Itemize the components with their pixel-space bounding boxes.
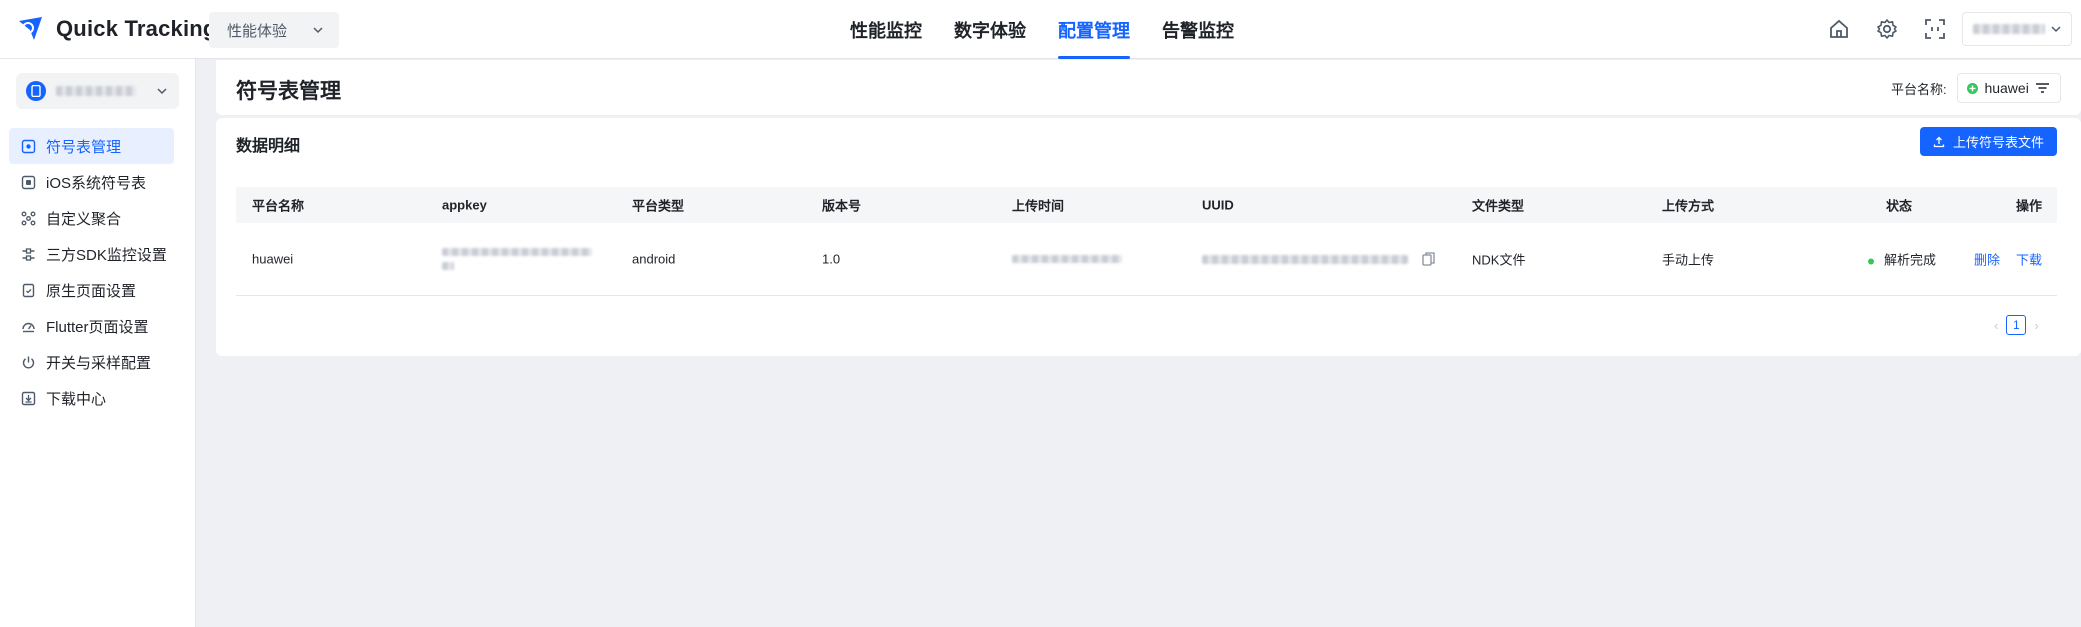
table-row: huawei android 1.0 NDK文件 手动上传 解析完成 删除 下载 — [236, 223, 2057, 296]
main-nav: 性能监控 数字体验 配置管理 告警监控 — [850, 0, 1234, 59]
sidebar-item-switch-sampling[interactable]: 开关与采样配置 — [9, 344, 174, 380]
table-header: 平台名称 appkey 平台类型 版本号 上传时间 UUID 文件类型 上传方式… — [236, 187, 2057, 223]
symbol-table-icon — [21, 139, 36, 153]
aggregate-icon — [21, 211, 36, 225]
sidebar-item-label: Flutter页面设置 — [46, 318, 149, 336]
platform-filter-label: 平台名称: — [1891, 81, 1947, 97]
sidebar-item-third-party-sdk[interactable]: 三方SDK监控设置 — [9, 236, 174, 272]
upload-symbol-file-button[interactable]: 上传符号表文件 — [1920, 127, 2057, 156]
nav-digital-experience[interactable]: 数字体验 — [954, 0, 1026, 59]
cell-platform-name: huawei — [252, 251, 294, 267]
native-page-icon — [22, 283, 35, 297]
sidebar-item-label: 自定义聚合 — [46, 210, 122, 228]
chevron-down-icon — [157, 88, 167, 95]
data-detail-card: 数据明细 上传符号表文件 平台名称 appkey 平台类型 版本号 上传时间 U… — [216, 118, 2081, 356]
chevron-down-icon — [313, 27, 323, 34]
platform-filter: 平台名称: huawei — [1891, 73, 2061, 103]
cell-file-type: NDK文件 — [1472, 252, 1526, 268]
download-icon — [21, 391, 36, 405]
ios-icon — [21, 175, 36, 189]
status-text: 解析完成 — [1884, 252, 1937, 268]
symbol-table: 平台名称 appkey 平台类型 版本号 上传时间 UUID 文件类型 上传方式… — [236, 187, 2057, 296]
flutter-icon — [22, 322, 35, 332]
filter-icon — [2035, 83, 2049, 93]
platform-filter-value: huawei — [1984, 80, 2029, 96]
nav-config-management[interactable]: 配置管理 — [1058, 0, 1130, 59]
sidebar-item-custom-aggregate[interactable]: 自定义聚合 — [9, 200, 174, 236]
product-select-value: 性能体验 — [227, 22, 288, 40]
prev-page-button[interactable]: ‹ — [1994, 318, 1998, 333]
section-title: 数据明细 — [236, 138, 301, 155]
chevron-down-icon — [2051, 26, 2061, 33]
sidebar-item-ios-symbols[interactable]: iOS系统符号表 — [9, 164, 174, 200]
sidebar-item-label: iOS系统符号表 — [46, 174, 147, 192]
status-dot-icon — [1868, 258, 1874, 265]
col-uuid: UUID — [1202, 197, 1234, 213]
upload-icon — [1933, 136, 1945, 147]
cell-version: 1.0 — [822, 251, 841, 267]
sidebar-item-native-page[interactable]: 原生页面设置 — [9, 272, 174, 308]
cell-upload-time-redacted — [1012, 255, 1122, 263]
col-upload-time: 上传时间 — [1012, 198, 1065, 214]
page-number-button[interactable]: 1 — [2006, 315, 2027, 335]
sidebar-item-symbol-table[interactable]: 符号表管理 — [9, 128, 174, 164]
sidebar-item-label: 下载中心 — [46, 390, 107, 408]
app-name: Quick Tracking — [56, 16, 217, 41]
sidebar-item-label: 三方SDK监控设置 — [46, 246, 167, 264]
nav-alert-monitoring[interactable]: 告警监控 — [1162, 0, 1234, 59]
sidebar-menu: 符号表管理 iOS系统符号表 自定义聚合 三方SDK监控设置 原生页面设置 Fl… — [9, 128, 174, 416]
col-version: 版本号 — [822, 198, 862, 214]
app-select[interactable] — [16, 73, 179, 109]
cell-platform-type: android — [632, 251, 676, 267]
app-name-redacted — [56, 86, 136, 96]
page-header: 符号表管理 平台名称: huawei — [216, 60, 2081, 115]
user-name-redacted — [1973, 24, 2045, 34]
product-select[interactable]: 性能体验 — [209, 12, 339, 48]
scan-icon[interactable] — [1922, 16, 1948, 42]
app-icon — [26, 81, 46, 101]
upload-button-label: 上传符号表文件 — [1952, 135, 2044, 150]
download-link[interactable]: 下载 — [2016, 250, 2042, 269]
sidebar-item-download-center[interactable]: 下载中心 — [9, 380, 174, 416]
col-file-type: 文件类型 — [1472, 198, 1525, 214]
sdk-icon — [22, 247, 35, 261]
col-platform-type: 平台类型 — [632, 198, 685, 214]
col-actions: 操作 — [2016, 198, 2043, 214]
cell-upload-method: 手动上传 — [1662, 252, 1715, 268]
sidebar-item-flutter-page[interactable]: Flutter页面设置 — [9, 308, 174, 344]
power-icon — [22, 356, 35, 368]
col-upload-method: 上传方式 — [1662, 198, 1715, 214]
top-icons — [1826, 16, 1948, 42]
sidebar-item-label: 原生页面设置 — [46, 282, 137, 300]
pagination: ‹ 1 › — [1994, 315, 2039, 335]
delete-link[interactable]: 删除 — [1974, 250, 2000, 269]
col-platform-name: 平台名称 — [252, 198, 305, 214]
cell-uuid — [1202, 252, 1435, 266]
user-select[interactable] — [1962, 12, 2072, 46]
cell-status: 解析完成 — [1868, 250, 1936, 269]
quick-tracking-logo-icon — [19, 17, 42, 40]
logo[interactable]: Quick Tracking — [16, 14, 217, 44]
platform-filter-button[interactable]: huawei — [1956, 73, 2061, 103]
home-icon[interactable] — [1826, 16, 1852, 42]
page-title: 符号表管理 — [236, 80, 341, 103]
cell-appkey-redacted — [442, 248, 592, 270]
gear-icon[interactable] — [1874, 16, 1900, 42]
top-bar: Quick Tracking 性能体验 性能监控 数字体验 配置管理 告警监控 — [0, 0, 2081, 59]
nav-performance[interactable]: 性能监控 — [850, 0, 922, 59]
col-appkey: appkey — [442, 197, 487, 213]
col-status: 状态 — [1886, 198, 1913, 214]
uuid-redacted — [1202, 254, 1408, 264]
plus-circle-icon — [1967, 82, 1979, 94]
sidebar: 符号表管理 iOS系统符号表 自定义聚合 三方SDK监控设置 原生页面设置 Fl… — [0, 59, 196, 627]
copy-icon[interactable] — [1422, 252, 1435, 266]
sidebar-item-label: 符号表管理 — [46, 138, 122, 156]
sidebar-item-label: 开关与采样配置 — [46, 354, 152, 372]
next-page-button[interactable]: › — [2034, 318, 2038, 333]
